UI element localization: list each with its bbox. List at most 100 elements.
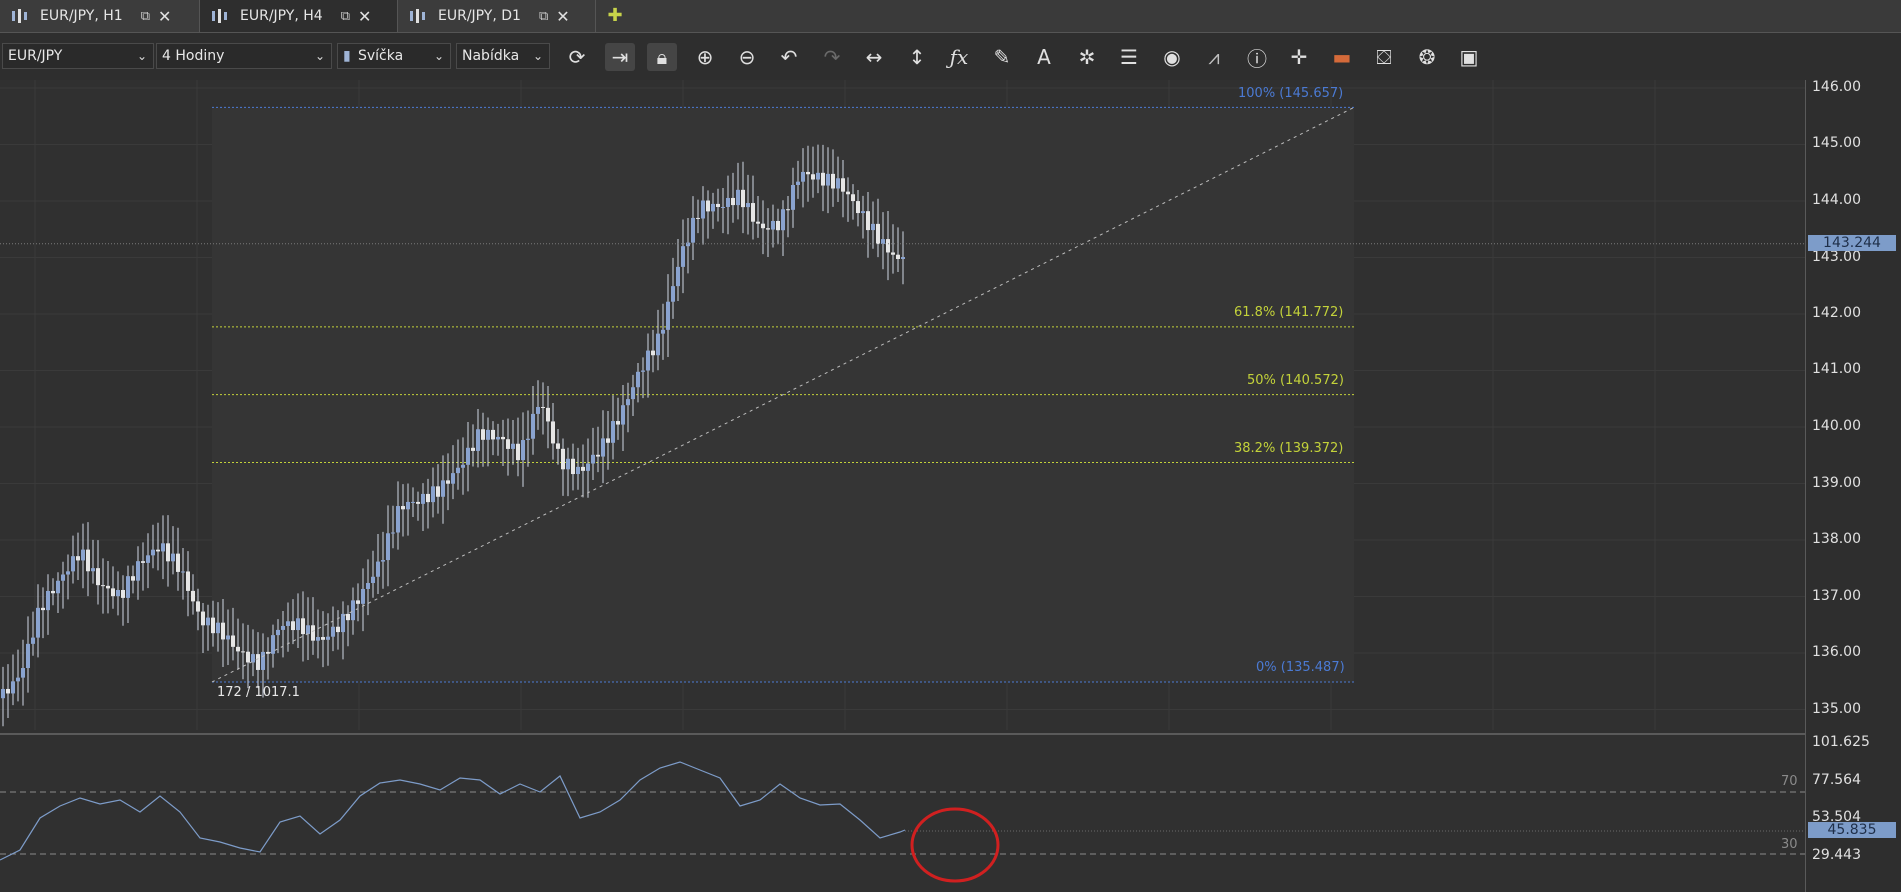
candle-body [6,688,10,694]
candle-body [311,625,315,641]
candle-body [736,189,740,206]
candle-body [851,194,855,202]
candle-body [726,197,730,207]
candle-body [461,464,465,468]
price-tick: 135.00 [1812,701,1861,717]
candle-body [711,203,715,212]
candle-body [246,651,250,663]
candle-body [131,576,135,581]
candle-body [481,429,485,440]
candle-body [521,440,525,461]
candle-body [31,637,35,644]
candle-body [216,622,220,634]
candle-body [201,611,205,626]
candle-body [191,590,195,602]
candle-body [746,203,750,208]
candle-body [211,617,215,634]
candle-body [206,617,210,626]
price-tick: 142.00 [1812,305,1861,321]
oscillator-level-30-label: 30 [1781,837,1798,852]
candle-body [306,625,310,635]
candle-body [656,333,660,356]
price-tick: 144.00 [1812,192,1861,208]
candle-body [151,549,155,556]
candle-body [426,493,430,503]
candle-body [21,668,25,678]
candle-body [666,301,670,330]
candle-body [176,553,180,572]
candle-body [101,585,105,587]
candle-body [761,223,765,229]
candle-body [871,223,875,231]
candle-body [886,239,890,253]
candle-body [486,429,490,440]
candle-body [301,618,305,635]
candle-body [296,618,300,631]
candle-body [391,532,395,534]
price-tick: 143.00 [1812,249,1861,265]
candle-body [1,688,5,699]
candle-body [721,206,725,208]
candle-body [786,209,790,211]
candle-body [806,171,810,175]
price-tick: 145.00 [1812,135,1861,151]
price-tick: 141.00 [1812,361,1861,377]
candle-body [96,568,100,586]
candle-body [536,406,540,414]
candle-body [361,588,365,604]
candle-body [11,681,15,694]
fib-level-100-label: 100% (145.657) [1238,86,1344,101]
candle-body [771,220,775,230]
price-tick: 137.00 [1812,588,1861,604]
price-tick: 138.00 [1812,531,1861,547]
candle-body [271,635,275,654]
candle-body [161,543,165,552]
candle-body [866,211,870,231]
candle-body [331,626,335,637]
candle-body [601,438,605,457]
candle-body [91,568,95,572]
fib-level-618-label: 61.8% (141.772) [1234,305,1344,320]
candle-body [596,454,600,457]
candle-body [66,571,70,575]
candle-body [626,399,630,406]
candle-body [256,654,260,670]
candle-body [141,561,145,563]
candle-body [221,622,225,640]
candle-body [276,629,280,636]
fib-level-0-label: 0% (135.487) [1256,660,1345,675]
candle-body [126,576,130,598]
candle-body [181,571,185,573]
candle-body [576,466,580,475]
candle-body [366,583,370,589]
candle-body [81,549,85,561]
candle-body [681,246,685,267]
candle-body [326,636,330,640]
candle-body [891,252,895,255]
candle-body [381,560,385,562]
candle-body [731,197,735,206]
chart-canvas[interactable] [0,0,1901,892]
candle-body [376,561,380,577]
oscillator-tick: 77.564 [1812,772,1861,788]
price-tick: 136.00 [1812,644,1861,660]
fib-anchor-caption: 172 / 1017.1 [217,685,300,700]
candle-body [351,600,355,621]
candle-body [691,217,695,243]
candle-body [776,220,780,231]
candle-body [586,463,590,471]
candle-body [516,443,520,461]
candle-body [856,201,860,214]
candle-body [111,588,115,597]
candle-body [336,626,340,633]
candle-body [756,221,760,224]
candle-body [646,350,650,371]
candle-body [506,439,510,449]
candle-body [86,549,90,572]
candle-body [801,171,805,182]
candle-body [561,448,565,470]
candle-body [261,651,265,670]
candle-body [281,625,285,630]
candle-body [71,556,75,572]
candle-body [581,466,585,471]
